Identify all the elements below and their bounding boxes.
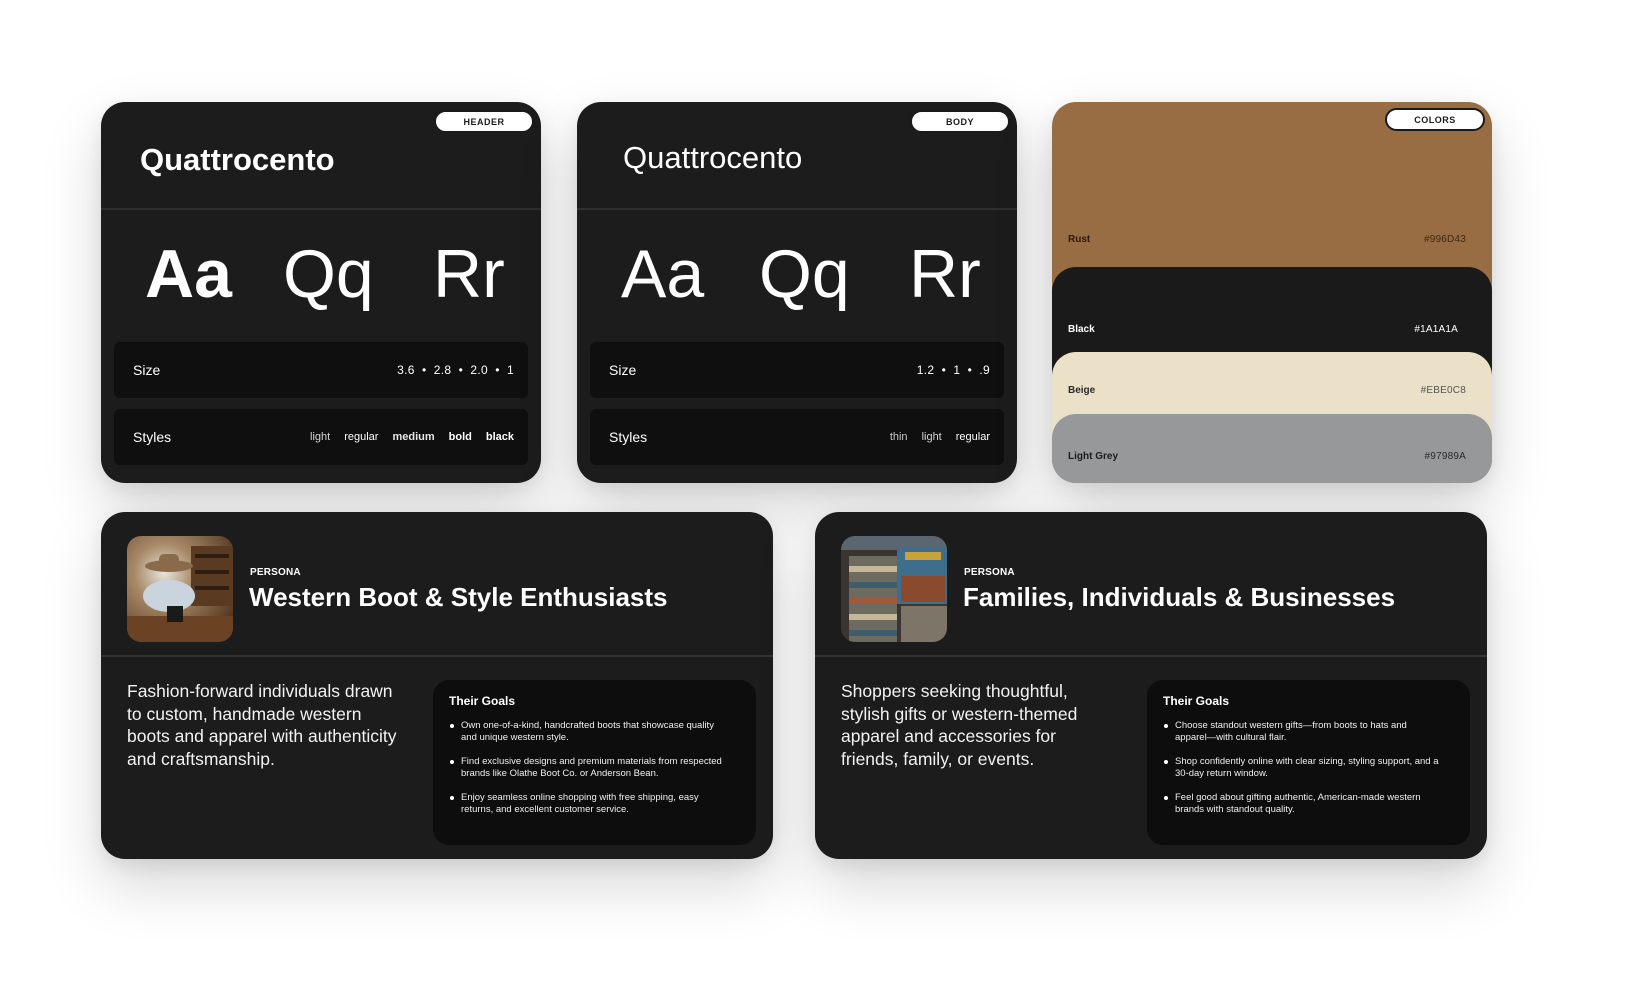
size-row: Size 1.2 • 1 • .9 — [590, 342, 1004, 398]
store-apparel-photo-icon — [841, 536, 947, 642]
persona-divider — [101, 655, 773, 657]
boot-maker-photo-icon — [127, 536, 233, 642]
persona-photo — [127, 536, 233, 642]
color-palette-card: Rust #996D43 Black #1A1A1A Beige #EBE0C8… — [1052, 102, 1492, 483]
persona-title: Western Boot & Style Enthusiasts — [249, 582, 668, 612]
glyph-aa: Aa — [145, 236, 232, 312]
style-regular: regular — [344, 431, 379, 443]
swatch-name: Rust — [1068, 234, 1091, 245]
goal-item: Choose standout western gifts—from boots… — [1163, 720, 1454, 744]
swatch-name: Beige — [1068, 385, 1096, 396]
size-label: Size — [609, 362, 637, 378]
persona-card-families: PERSONA Families, Individuals & Business… — [815, 512, 1487, 859]
glyph-rr: Rr — [433, 236, 505, 312]
goals-panel: Their Goals Choose standout western gift… — [1147, 680, 1470, 845]
glyph-specimen: Aa Qq Rr — [577, 234, 1017, 314]
style-black: black — [485, 431, 514, 443]
goal-item: Find exclusive designs and premium mater… — [449, 756, 740, 780]
colors-badge: COLORS — [1385, 108, 1485, 131]
style-medium: medium — [392, 431, 435, 443]
size-label: Size — [133, 362, 161, 378]
body-badge: BODY — [910, 110, 1010, 133]
persona-card-enthusiasts: PERSONA Western Boot & Style Enthusiasts… — [101, 512, 773, 859]
swatch-hex: #1A1A1A — [1414, 324, 1458, 335]
goals-title: Their Goals — [1163, 694, 1230, 708]
goal-item: Own one-of-a-kind, handcrafted boots tha… — [449, 720, 740, 744]
size-values: 1.2 • 1 • .9 — [916, 363, 990, 377]
swatch-hex: #EBE0C8 — [1420, 385, 1466, 396]
card-divider — [577, 208, 1017, 210]
glyph-qq: Qq — [759, 236, 850, 312]
persona-divider — [815, 655, 1487, 657]
goals-title: Their Goals — [449, 694, 516, 708]
style-light: light — [310, 431, 331, 443]
style-light: light — [921, 431, 942, 443]
size-row: Size 3.6 • 2.8 • 2.0 • 1 — [114, 342, 528, 398]
persona-kicker: PERSONA — [964, 567, 1015, 578]
style-bold: bold — [448, 431, 472, 443]
swatch-name: Light Grey — [1068, 451, 1119, 462]
body-font-card: BODY Quattrocento Aa Qq Rr Size 1.2 • 1 … — [577, 102, 1017, 483]
glyph-specimen: Aa Qq Rr — [101, 234, 541, 314]
header-font-name: Quattrocento — [140, 142, 335, 177]
swatch-name: Black — [1068, 324, 1095, 335]
size-values: 3.6 • 2.8 • 2.0 • 1 — [397, 363, 514, 377]
styles-label: Styles — [133, 429, 172, 445]
persona-description: Fashion-forward individuals drawn to cus… — [127, 681, 397, 769]
styles-row: Styles light regular medium bold black — [114, 409, 528, 465]
styles-row: Styles thin light regular — [590, 409, 1004, 465]
persona-kicker: PERSONA — [250, 567, 301, 578]
header-badge: HEADER — [434, 110, 534, 133]
style-regular: regular — [955, 431, 990, 443]
styles-label: Styles — [609, 429, 648, 445]
card-divider — [101, 208, 541, 210]
goals-panel: Their Goals Own one-of-a-kind, handcraft… — [433, 680, 756, 845]
glyph-aa: Aa — [621, 236, 705, 312]
swatch-hex: #97989A — [1424, 451, 1466, 462]
persona-photo — [841, 536, 947, 642]
swatch-hex: #996D43 — [1424, 234, 1466, 245]
header-font-card: HEADER Quattrocento Aa Qq Rr Size 3.6 • … — [101, 102, 541, 483]
goal-item: Shop confidently online with clear sizin… — [1163, 756, 1454, 780]
styles-list: thin light regular — [890, 431, 990, 443]
body-font-name: Quattrocento — [623, 140, 803, 175]
goal-item: Enjoy seamless online shopping with free… — [449, 792, 740, 816]
glyph-qq: Qq — [283, 236, 374, 312]
goals-list: Choose standout western gifts—from boots… — [1163, 720, 1454, 816]
persona-title: Families, Individuals & Businesses — [963, 582, 1396, 612]
styles-list: light regular medium bold black — [310, 431, 514, 443]
goal-item: Feel good about gifting authentic, Ameri… — [1163, 792, 1454, 816]
goals-list: Own one-of-a-kind, handcrafted boots tha… — [449, 720, 740, 816]
style-thin: thin — [889, 431, 908, 443]
persona-description: Shoppers seeking thoughtful, stylish gif… — [841, 681, 1078, 769]
swatch-light-grey: Light Grey #97989A — [1052, 414, 1492, 483]
glyph-rr: Rr — [909, 236, 981, 312]
